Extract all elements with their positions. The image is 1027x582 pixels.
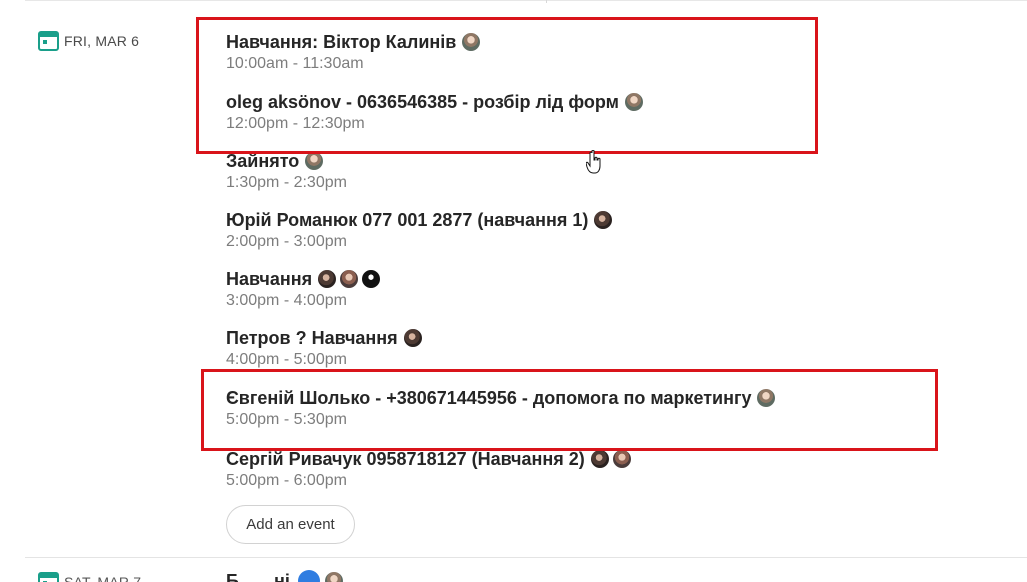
event-time: 4:00pm - 5:00pm xyxy=(226,351,347,368)
attendee-avatar xyxy=(323,571,344,582)
event-item[interactable]: Юрій Романюк 077 001 2877 (навчання 1) 2… xyxy=(226,208,615,252)
event-time: 5:00pm - 6:00pm xyxy=(226,472,347,489)
calendar-icon xyxy=(38,31,59,51)
day-header: FRI, MAR 6 xyxy=(38,31,139,51)
highlight-box xyxy=(196,17,818,154)
event-title[interactable]: Навчання xyxy=(226,269,312,290)
attendee-avatar xyxy=(317,269,338,289)
day-label: SAT, MAR 7 xyxy=(64,574,142,582)
event-item[interactable]: Сергій Ривачук 0958718127 (Навчання 2) 5… xyxy=(226,447,634,491)
attendee-avatar xyxy=(611,449,632,469)
day-divider xyxy=(25,557,1027,558)
event-title[interactable]: Б... ...ні xyxy=(226,571,290,582)
attendee-avatar xyxy=(361,269,382,289)
add-event-button[interactable]: Add an event xyxy=(226,505,355,544)
event-time: 2:00pm - 3:00pm xyxy=(226,233,347,250)
check-badge-icon xyxy=(297,570,320,582)
event-item[interactable]: Зайнято 1:30pm - 2:30pm xyxy=(226,149,347,193)
day-label: FRI, MAR 6 xyxy=(64,33,140,49)
calendar-icon xyxy=(38,572,59,582)
event-time: 3:00pm - 4:00pm xyxy=(226,292,347,309)
event-time: 1:30pm - 2:30pm xyxy=(226,174,347,191)
next-day-header: SAT, MAR 7 xyxy=(38,572,141,582)
event-title[interactable]: Юрій Романюк 077 001 2877 (навчання 1) xyxy=(226,210,588,231)
attendee-avatar xyxy=(402,328,423,348)
event-item[interactable]: Б... ...ні xyxy=(226,570,346,582)
event-item[interactable]: Навчання 3:00pm - 4:00pm xyxy=(226,267,383,311)
highlight-box xyxy=(201,369,938,451)
hand-cursor-icon xyxy=(586,150,601,174)
attendee-avatar xyxy=(339,269,360,289)
top-divider xyxy=(25,0,1027,1)
event-title[interactable]: Петров ? Навчання xyxy=(226,328,398,349)
event-title[interactable]: Сергій Ривачук 0958718127 (Навчання 2) xyxy=(226,449,585,470)
attendee-avatar xyxy=(593,210,614,230)
top-tick xyxy=(546,0,547,3)
event-item[interactable]: Петров ? Навчання 4:00pm - 5:00pm xyxy=(226,326,425,370)
attendee-avatar xyxy=(589,449,610,469)
attendee-avatar xyxy=(304,151,325,171)
